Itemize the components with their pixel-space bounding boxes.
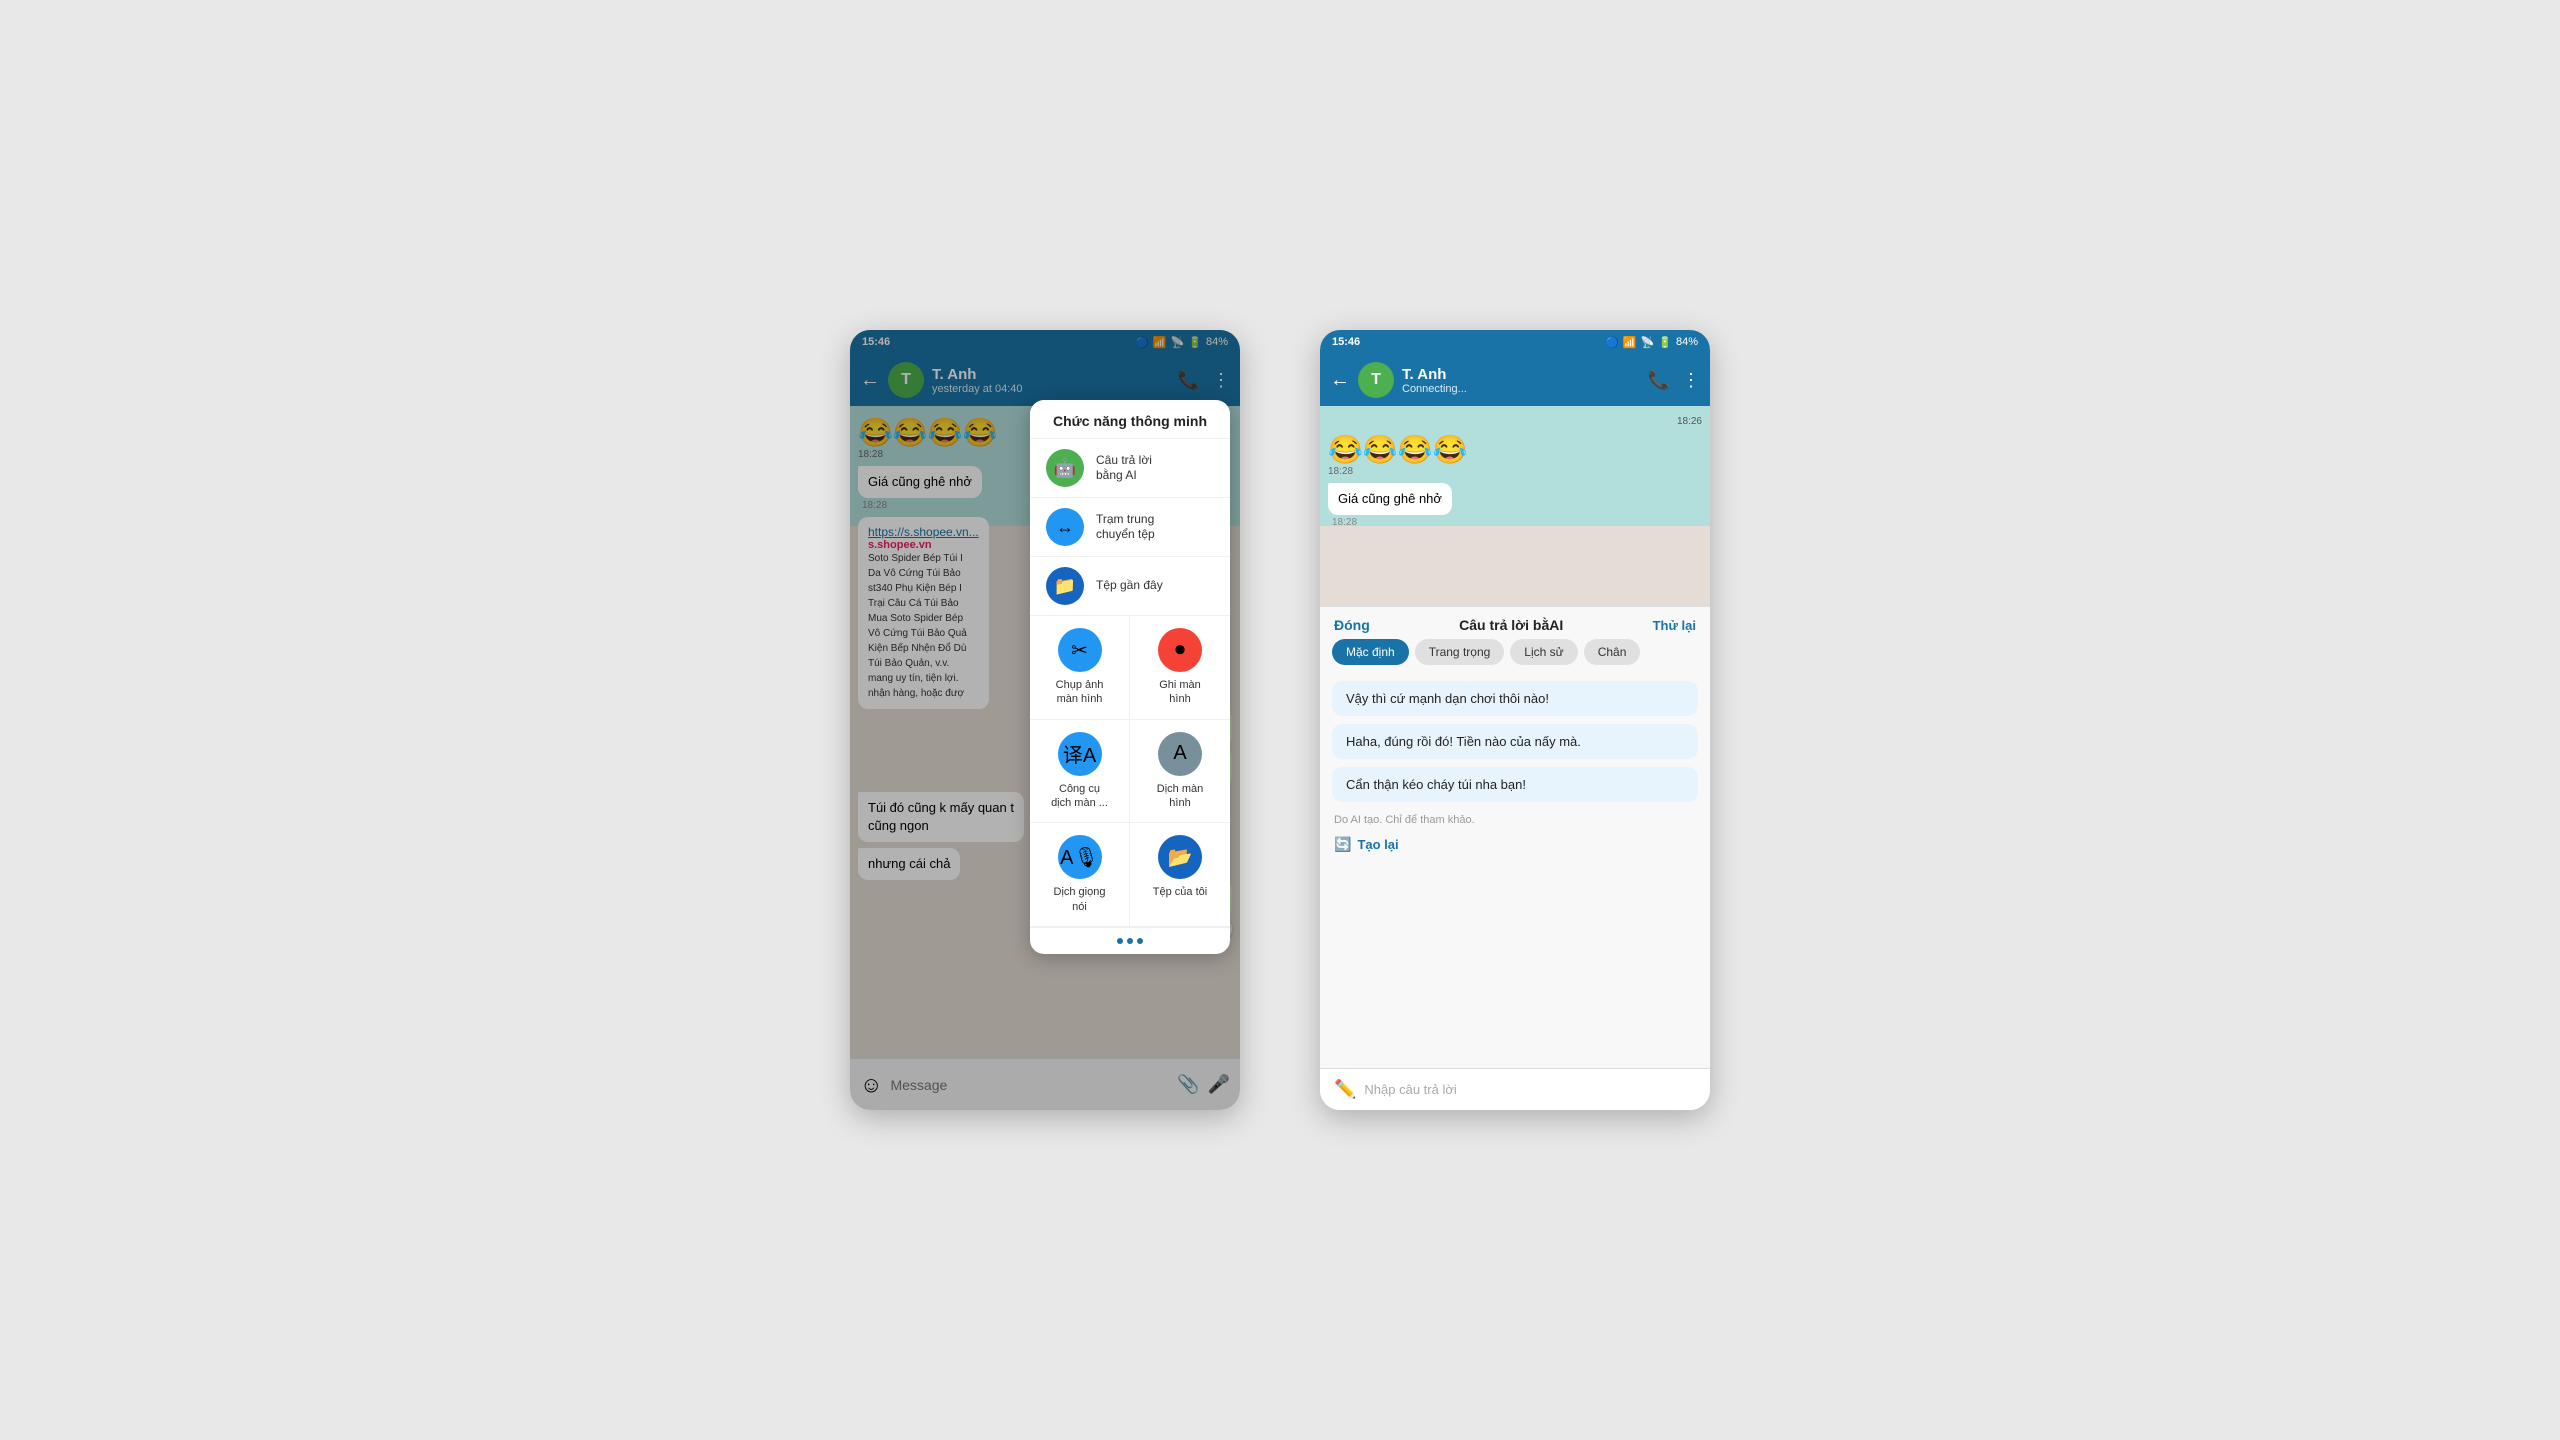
ai-panel: Đóng Câu trả lời bằAI Thử lại Mặc định T…: [1320, 606, 1710, 1110]
ai-regenerate-button[interactable]: 🔄 Tạo lại: [1320, 832, 1710, 863]
regenerate-icon: 🔄: [1334, 836, 1351, 853]
popup-grid-record[interactable]: ⏺ Ghi mànhình: [1130, 616, 1230, 720]
ai-panel-title: Câu trả lời bằAI: [1459, 617, 1563, 633]
avatar-right: T: [1358, 362, 1394, 398]
more-dot-3: [1137, 938, 1143, 944]
emoji-msg-right: 😂😂😂😂 18:28: [1328, 433, 1702, 477]
ai-tab-chan[interactable]: Chân: [1584, 639, 1641, 665]
popup-grid-label-translate-tool: Công cụdịch màn ...: [1051, 782, 1108, 811]
time-right: 15:46: [1332, 336, 1360, 348]
popup-grid-voice[interactable]: A🎙 Dịch giọngnói: [1030, 823, 1130, 927]
last-msg-time-right: 18:26: [1328, 416, 1702, 427]
popup-item-transfer[interactable]: ↔ Trạm trungchuyển tệp: [1030, 498, 1230, 557]
chat-area-right: 18:26 😂😂😂😂 18:28 Giá cũng ghê nhở 18:28: [1320, 406, 1710, 606]
ai-suggestion-1-text: Vậy thì cứ mạnh dạn chơi thôi nào!: [1346, 691, 1549, 706]
emoji-time-right: 18:28: [1328, 466, 1353, 477]
ai-tab-formal[interactable]: Trang trọng: [1415, 639, 1505, 665]
ai-suggestion-2[interactable]: Haha, đúng rồi đó! Tiền nào của nấy mà.: [1332, 724, 1698, 759]
popup-label-transfer: Trạm trungchuyển tệp: [1096, 512, 1155, 543]
ai-input-placeholder[interactable]: Nhập câu trả lời: [1364, 1082, 1456, 1097]
ai-input-icon: ✏️: [1334, 1079, 1356, 1100]
popup-icon-transfer: ↔: [1046, 508, 1084, 546]
status-bar-right: 15:46 🔵 📶 📡 🔋 84%: [1320, 330, 1710, 354]
right-phone: 15:46 🔵 📶 📡 🔋 84% ← T T. Anh Connecting.…: [1320, 330, 1710, 1110]
contact-name-right: T. Anh: [1402, 366, 1640, 383]
popup-grid-label-myfiles: Tệp của tôi: [1153, 885, 1207, 899]
msg1-bubble-right: Giá cũng ghê nhở: [1328, 483, 1452, 515]
popup-overlay[interactable]: Chức năng thông minh 🤖 Câu trả lờibằng A…: [850, 330, 1240, 1110]
popup-icon-translate-tool: 译A: [1058, 732, 1102, 776]
msg1-wrapper-right: Giá cũng ghê nhở 18:28: [1328, 483, 1702, 528]
regenerate-label: Tạo lại: [1357, 837, 1398, 852]
ai-suggestion-2-text: Haha, đúng rồi đó! Tiền nào của nấy mà.: [1346, 734, 1581, 749]
more-button-right[interactable]: ⋮: [1682, 370, 1700, 391]
popup-grid-label-record: Ghi mànhình: [1159, 678, 1201, 707]
popup-icon-files: 📁: [1046, 567, 1084, 605]
popup-icon-screenshot: ✂: [1058, 628, 1102, 672]
popup-grid-translate-screen[interactable]: A Dịch mànhình: [1130, 720, 1230, 824]
popup-item-files[interactable]: 📁 Tệp gần đây: [1030, 557, 1230, 616]
popup-label-ai: Câu trả lờibằng AI: [1096, 453, 1152, 484]
left-phone: 15:46 🔵 📶 📡 🔋 84% ← T T. Anh yesterday a…: [850, 330, 1240, 1110]
ai-suggestion-1[interactable]: Vậy thì cứ mạnh dạn chơi thôi nào!: [1332, 681, 1698, 716]
ai-tab-history[interactable]: Lịch sử: [1510, 639, 1577, 665]
back-button-right[interactable]: ←: [1330, 369, 1350, 392]
popup-grid-screenshot[interactable]: ✂ Chụp ảnhmàn hình: [1030, 616, 1130, 720]
popup-title: Chức năng thông minh: [1030, 400, 1230, 438]
popup-icon-ai: 🤖: [1046, 449, 1084, 487]
ai-suggestion-3-text: Cẩn thận kéo cháy túi nha bạn!: [1346, 777, 1526, 792]
ai-panel-header: Đóng Câu trả lời bằAI Thử lại: [1320, 607, 1710, 639]
popup-grid-label-screenshot: Chụp ảnhmàn hình: [1056, 678, 1104, 707]
popup-menu: Chức năng thông minh 🤖 Câu trả lờibằng A…: [1030, 400, 1230, 954]
emoji-display-right: 😂😂😂😂: [1328, 433, 1467, 466]
ai-tabs: Mặc định Trang trọng Lịch sử Chân: [1320, 639, 1710, 673]
ai-suggestions-list: Vậy thì cứ mạnh dạn chơi thôi nào! Haha,…: [1320, 673, 1710, 810]
popup-label-files: Tệp gần đây: [1096, 578, 1163, 594]
popup-icon-record: ⏺: [1158, 628, 1202, 672]
call-button-right[interactable]: 📞: [1648, 370, 1670, 391]
popup-icon-myfiles: 📂: [1158, 835, 1202, 879]
ai-disclaimer: Do AI tạo. Chỉ để tham khảo.: [1320, 810, 1710, 832]
msg1-text-right: Giá cũng ghê nhở: [1338, 491, 1442, 506]
bluetooth-icon-r: 🔵: [1605, 336, 1619, 349]
popup-item-ai[interactable]: 🤖 Câu trả lờibằng AI: [1030, 439, 1230, 498]
popup-grid-label-translate-screen: Dịch mànhình: [1157, 782, 1203, 811]
ai-input-row: ✏️ Nhập câu trả lời: [1320, 1068, 1710, 1110]
contact-sub-right: Connecting...: [1402, 383, 1640, 395]
ai-close-button[interactable]: Đóng: [1334, 617, 1370, 633]
popup-icon-voice: A🎙: [1058, 835, 1102, 879]
more-dot-1: [1117, 938, 1123, 944]
signal-icon-r: 📡: [1641, 336, 1655, 349]
wifi-icon-r: 📶: [1623, 336, 1637, 349]
popup-icon-translate-screen: A: [1158, 732, 1202, 776]
popup-grid: ✂ Chụp ảnhmàn hình ⏺ Ghi mànhình 译A Công…: [1030, 616, 1230, 927]
popup-grid-translate-tool[interactable]: 译A Công cụdịch màn ...: [1030, 720, 1130, 824]
top-bar-right: ← T T. Anh Connecting... 📞 ⋮: [1320, 354, 1710, 406]
ai-suggestion-3[interactable]: Cẩn thận kéo cháy túi nha bạn!: [1332, 767, 1698, 802]
msg1-time-right: 18:28: [1328, 517, 1361, 528]
battery-pct-right: 84%: [1676, 336, 1698, 348]
popup-grid-myfiles[interactable]: 📂 Tệp của tôi: [1130, 823, 1230, 927]
status-icons-right: 🔵 📶 📡 🔋 84%: [1605, 336, 1698, 349]
popup-grid-label-voice: Dịch giọngnói: [1054, 885, 1106, 914]
contact-info-right: T. Anh Connecting...: [1402, 366, 1640, 395]
more-dot-2: [1127, 938, 1133, 944]
top-actions-right: 📞 ⋮: [1648, 370, 1700, 391]
battery-icon-r: 🔋: [1658, 336, 1672, 349]
ai-retry-button[interactable]: Thử lại: [1653, 618, 1696, 633]
popup-more[interactable]: [1030, 927, 1230, 954]
ai-tab-default[interactable]: Mặc định: [1332, 639, 1409, 665]
